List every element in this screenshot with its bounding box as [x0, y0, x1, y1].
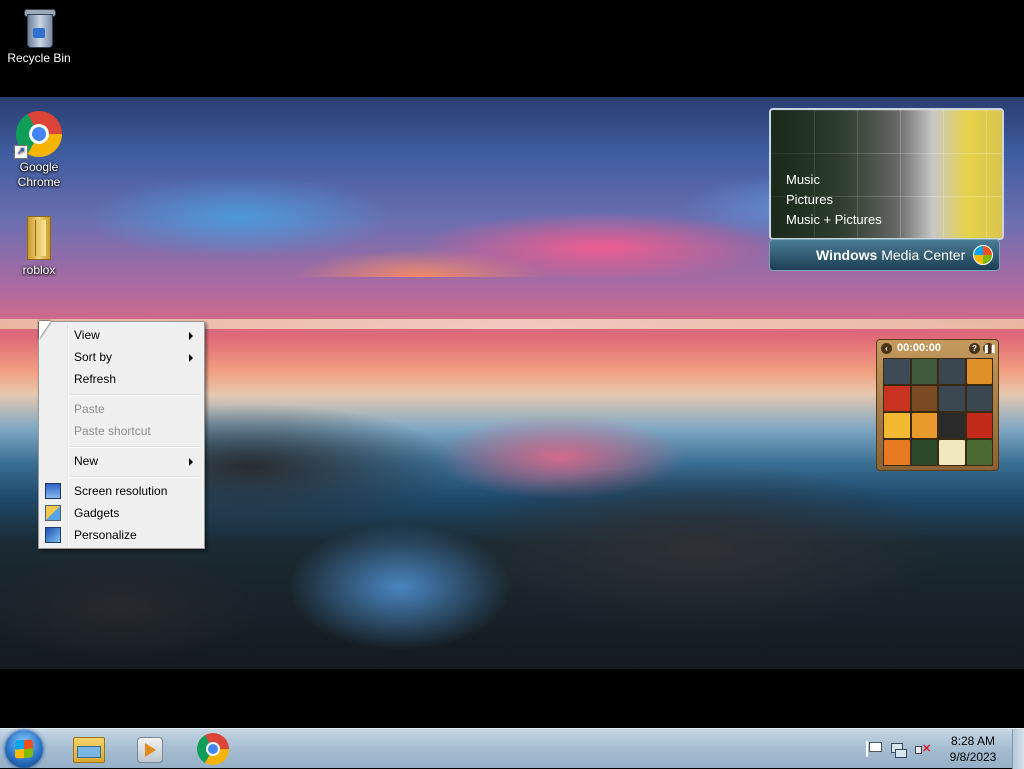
menu-item-new[interactable]: New [41, 450, 202, 472]
mouse-cursor-icon [39, 321, 51, 339]
puzzle-tile[interactable] [911, 359, 937, 384]
chrome-icon: ↗ [14, 111, 62, 159]
personalize-icon [45, 527, 61, 543]
puzzle-tile[interactable] [939, 440, 965, 465]
clock-date: 9/8/2023 [949, 750, 997, 764]
puzzle-tile[interactable] [911, 413, 937, 438]
puzzle-tile[interactable] [966, 440, 992, 465]
puzzle-tile[interactable] [966, 359, 992, 384]
desktop-icon-label: Recycle Bin [7, 51, 71, 65]
puzzle-tile[interactable] [911, 440, 937, 465]
system-clock[interactable]: 8:28 AM 9/8/2023 [941, 733, 1005, 765]
media-center-gadget[interactable]: Music Pictures Music + Pictures Windows … [769, 108, 1004, 271]
media-center-menu-music-pictures[interactable]: Music + Pictures [786, 210, 882, 230]
menu-item-view[interactable]: View [41, 324, 202, 346]
desktop-icon-recycle-bin[interactable]: Recycle Bin [0, 8, 78, 65]
desktop-icon-label: Google Chrome [17, 160, 61, 189]
desktop-context-menu: View Sort by Refresh Paste Paste shortcu… [38, 321, 205, 549]
puzzle-tile[interactable] [884, 386, 910, 411]
shortcut-arrow-icon: ↗ [14, 145, 28, 159]
puzzle-tile[interactable] [911, 386, 937, 411]
help-icon[interactable]: ? [969, 343, 980, 354]
menu-separator [69, 446, 200, 448]
menu-item-screen-resolution[interactable]: Screen resolution [41, 480, 202, 502]
taskbar: 8:28 AM 9/8/2023 [0, 728, 1024, 769]
clock-time: 8:28 AM [950, 734, 996, 748]
menu-item-personalize[interactable]: Personalize [41, 524, 202, 546]
menu-item-gadgets[interactable]: Gadgets [41, 502, 202, 524]
show-desktop-button[interactable] [1012, 729, 1024, 769]
picture-puzzle-gadget[interactable]: ‹ 00:00:00 ? ❚❚ [876, 339, 999, 471]
action-center-flag-icon[interactable] [866, 741, 882, 757]
menu-item-sort-by[interactable]: Sort by [41, 346, 202, 368]
desktop-icon-label: roblox [22, 263, 56, 277]
puzzle-tile[interactable] [966, 386, 992, 411]
desktop-icon-google-chrome[interactable]: ↗ Google Chrome [0, 111, 78, 190]
volume-muted-icon[interactable] [914, 741, 931, 757]
media-center-brand: Windows Media Center [816, 247, 966, 263]
pause-icon[interactable]: ❚❚ [983, 343, 996, 354]
start-button[interactable] [5, 730, 43, 768]
chrome-icon [197, 733, 229, 765]
folder-icon [25, 214, 53, 260]
media-center-menu-music[interactable]: Music [786, 170, 882, 190]
taskbar-windows-explorer[interactable] [61, 732, 117, 766]
puzzle-board[interactable] [883, 358, 993, 466]
menu-separator [69, 394, 200, 396]
puzzle-tile[interactable] [884, 359, 910, 384]
windows-orb-icon [973, 245, 993, 265]
menu-separator [69, 476, 200, 478]
media-player-icon [137, 737, 163, 763]
network-icon[interactable] [890, 741, 907, 758]
menu-item-refresh[interactable]: Refresh [41, 368, 202, 390]
puzzle-tile[interactable] [939, 413, 965, 438]
submenu-arrow-icon [189, 332, 193, 340]
puzzle-tile[interactable] [884, 440, 910, 465]
puzzle-tile[interactable] [939, 386, 965, 411]
windows-explorer-icon [73, 737, 105, 763]
puzzle-tile[interactable] [966, 413, 992, 438]
media-center-launch-bar[interactable]: Windows Media Center [769, 239, 1000, 271]
back-icon[interactable]: ‹ [881, 343, 892, 354]
monitor-icon [45, 483, 61, 499]
submenu-arrow-icon [189, 458, 193, 466]
taskbar-google-chrome[interactable] [185, 732, 241, 766]
menu-item-paste[interactable]: Paste [41, 398, 202, 420]
taskbar-media-player[interactable] [122, 732, 178, 766]
puzzle-tile[interactable] [939, 359, 965, 384]
windows-logo-icon [15, 739, 33, 759]
media-center-tiles[interactable]: Music Pictures Music + Pictures [769, 108, 1004, 240]
recycle-bin-icon [23, 8, 56, 48]
desktop-icon-roblox[interactable]: roblox [0, 214, 78, 277]
media-center-menu-pictures[interactable]: Pictures [786, 190, 882, 210]
submenu-arrow-icon [189, 354, 193, 362]
puzzle-timer: 00:00:00 [897, 342, 942, 354]
puzzle-tile[interactable] [884, 413, 910, 438]
menu-item-paste-shortcut[interactable]: Paste shortcut [41, 420, 202, 442]
gadgets-icon [45, 505, 61, 521]
